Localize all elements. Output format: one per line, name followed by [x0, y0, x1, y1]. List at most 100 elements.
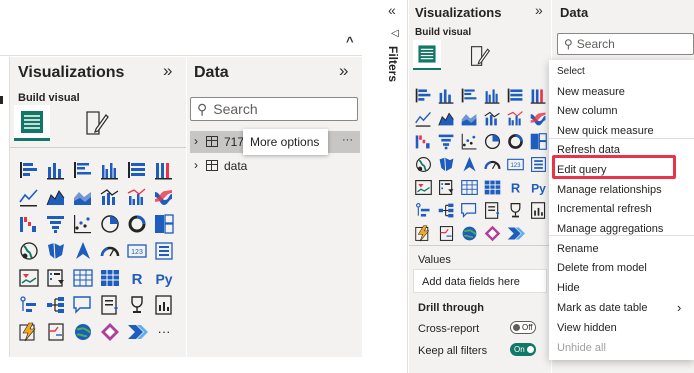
data-search-input[interactable]: ⚲ Search	[190, 97, 358, 121]
more-options-icon[interactable]: ···	[342, 134, 353, 146]
arcgis-map-icon[interactable]	[460, 224, 479, 243]
donut-chart-icon[interactable]	[126, 213, 148, 235]
paginated-report-icon[interactable]	[153, 294, 175, 316]
matrix-icon[interactable]	[99, 267, 121, 289]
line-chart-icon[interactable]	[414, 109, 433, 128]
qa-visual-icon[interactable]	[72, 294, 94, 316]
power-automate-chevron-icon[interactable]	[506, 224, 525, 243]
metrics-icon[interactable]	[506, 201, 525, 220]
format-visual-icon[interactable]	[469, 44, 491, 68]
keep-filters-toggle[interactable]: On	[510, 343, 536, 356]
multi-row-card-icon[interactable]	[153, 240, 175, 262]
build-visual-tab[interactable]	[14, 105, 50, 141]
key-influencers-icon[interactable]	[18, 294, 40, 316]
smart-narrative-icon[interactable]	[99, 294, 121, 316]
area-chart-icon[interactable]	[437, 109, 456, 128]
menu-item-new-column[interactable]: New column	[557, 105, 618, 117]
add-data-fields-well[interactable]: Add data fields here	[413, 269, 547, 293]
slicer-icon[interactable]	[437, 178, 456, 197]
kpi-icon[interactable]	[18, 267, 40, 289]
python-visual-icon[interactable]: Py	[529, 178, 548, 197]
menu-item-unhide-all[interactable]: Unhide all	[557, 342, 606, 354]
ribbon-chart-icon[interactable]	[529, 109, 548, 128]
line-clustered-column-icon[interactable]	[126, 186, 148, 208]
filled-map-icon[interactable]	[437, 155, 456, 174]
area-chart-icon[interactable]	[45, 186, 67, 208]
collapse-data-icon[interactable]: »	[339, 61, 348, 81]
clustered-column-chart-icon[interactable]	[99, 159, 121, 181]
decomposition-tree-icon[interactable]	[437, 201, 456, 220]
treemap-icon[interactable]	[153, 213, 175, 235]
kpi-icon[interactable]	[414, 178, 433, 197]
power-automate-icon[interactable]	[414, 224, 433, 243]
power-apps-diamond-icon[interactable]	[99, 321, 121, 343]
treemap-icon[interactable]	[529, 132, 548, 151]
pie-chart-icon[interactable]	[99, 213, 121, 235]
menu-item-new-measure[interactable]: New measure	[557, 86, 625, 98]
gauge-icon[interactable]	[99, 240, 121, 262]
filled-map-icon[interactable]	[45, 240, 67, 262]
scatter-chart-icon[interactable]	[72, 213, 94, 235]
stacked-bar-chart-icon[interactable]	[414, 86, 433, 105]
line-column-chart-icon[interactable]	[483, 109, 502, 128]
metrics-icon[interactable]	[126, 294, 148, 316]
menu-item-mark-as-date-table[interactable]: Mark as date table	[557, 302, 648, 314]
menu-item-view-hidden[interactable]: View hidden	[557, 322, 617, 334]
line-clustered-column-icon[interactable]	[506, 109, 525, 128]
build-visual-tab[interactable]	[413, 40, 441, 70]
donut-chart-icon[interactable]	[506, 132, 525, 151]
arcgis-map-icon[interactable]	[72, 321, 94, 343]
funnel-chart-icon[interactable]	[437, 132, 456, 151]
pie-chart-icon[interactable]	[483, 132, 502, 151]
power-apps-diamond-icon[interactable]	[483, 224, 502, 243]
key-influencers-icon[interactable]	[414, 201, 433, 220]
line-column-chart-icon[interactable]	[99, 186, 121, 208]
menu-item-manage-relationships[interactable]: Manage relationships	[557, 184, 662, 196]
azure-map-icon[interactable]	[460, 155, 479, 174]
collapse-viz-icon[interactable]: »	[535, 2, 543, 18]
funnel-chart-icon[interactable]	[45, 213, 67, 235]
r-visual-icon[interactable]: R	[506, 178, 525, 197]
power-apps-icon[interactable]	[45, 321, 67, 343]
card-icon[interactable]: 123	[506, 155, 525, 174]
stacked-area-chart-icon[interactable]	[460, 109, 479, 128]
menu-item-incremental-refresh[interactable]: Incremental refresh	[557, 203, 652, 215]
table-row-data[interactable]: › data	[190, 156, 360, 176]
data-search-input[interactable]: ⚲ Search	[557, 33, 694, 55]
waterfall-chart-icon[interactable]	[414, 132, 433, 151]
smart-narrative-icon[interactable]	[483, 201, 502, 220]
multi-row-card-icon[interactable]	[529, 155, 548, 174]
stacked-area-chart-icon[interactable]	[72, 186, 94, 208]
table-visual-icon[interactable]	[72, 267, 94, 289]
line-chart-icon[interactable]	[18, 186, 40, 208]
collapse-ribbon-icon[interactable]: ^	[346, 34, 354, 49]
menu-item-rename[interactable]: Rename	[557, 243, 599, 255]
100-bar-chart-icon[interactable]	[126, 159, 148, 181]
stacked-bar-chart-icon[interactable]	[18, 159, 40, 181]
power-automate-icon[interactable]	[18, 321, 40, 343]
matrix-icon[interactable]	[483, 178, 502, 197]
python-visual-icon[interactable]: Py	[153, 267, 175, 289]
clustered-column-chart-icon[interactable]	[483, 86, 502, 105]
clustered-bar-chart-icon[interactable]	[72, 159, 94, 181]
map-icon[interactable]	[414, 155, 433, 174]
collapse-viz-icon[interactable]: »	[163, 61, 172, 81]
menu-item-manage-aggregations[interactable]: Manage aggregations	[557, 223, 663, 235]
100-column-chart-icon[interactable]	[529, 86, 548, 105]
table-visual-icon[interactable]	[460, 178, 479, 197]
clustered-bar-chart-icon[interactable]	[460, 86, 479, 105]
card-icon[interactable]: 123	[126, 240, 148, 262]
filters-label[interactable]: Filters	[386, 46, 400, 82]
expand-filters-icon[interactable]: «	[388, 2, 396, 18]
map-icon[interactable]	[18, 240, 40, 262]
slicer-icon[interactable]	[45, 267, 67, 289]
paginated-report-icon[interactable]	[529, 201, 548, 220]
cross-report-toggle[interactable]: Off	[510, 321, 536, 334]
azure-map-icon[interactable]	[72, 240, 94, 262]
gauge-icon[interactable]	[483, 155, 502, 174]
menu-item-delete-from-model[interactable]: Delete from model	[557, 262, 647, 274]
scatter-chart-icon[interactable]	[460, 132, 479, 151]
100-bar-chart-icon[interactable]	[506, 86, 525, 105]
expand-chevron-icon[interactable]: ›	[194, 134, 198, 148]
qa-visual-icon[interactable]	[460, 201, 479, 220]
